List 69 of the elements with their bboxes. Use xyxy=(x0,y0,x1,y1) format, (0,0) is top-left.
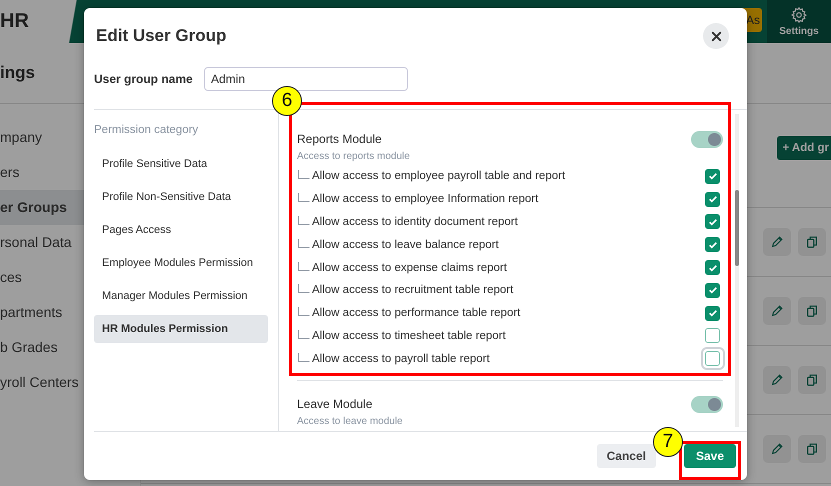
toggle-switch[interactable] xyxy=(691,396,723,413)
permission-label: Allow access to expense claims report xyxy=(312,262,508,274)
copy-icon xyxy=(805,304,819,318)
close-icon xyxy=(710,30,722,42)
checkbox[interactable] xyxy=(705,214,720,230)
copy-icon xyxy=(805,442,819,456)
copy-button[interactable] xyxy=(798,297,826,325)
cancel-button[interactable]: Cancel xyxy=(596,444,656,468)
module-description: Access to reports module xyxy=(297,151,411,162)
tree-branch-icon xyxy=(297,262,311,274)
pencil-icon xyxy=(770,373,784,387)
checkbox[interactable] xyxy=(705,237,720,252)
pencil-icon xyxy=(770,304,784,318)
copy-button[interactable] xyxy=(798,228,826,256)
checkmark-icon xyxy=(708,262,718,273)
add-group-button[interactable]: + Add gr xyxy=(777,136,831,160)
checkbox[interactable] xyxy=(705,328,720,344)
checkbox[interactable] xyxy=(705,260,720,276)
tree-branch-icon xyxy=(297,238,311,251)
tree-branch-icon xyxy=(297,352,311,365)
checkmark-icon xyxy=(708,171,718,182)
checkbox[interactable] xyxy=(705,192,720,207)
logo-text: HR xyxy=(0,9,30,34)
checkbox[interactable] xyxy=(705,168,720,184)
checkmark-icon xyxy=(708,285,718,296)
permission-label: Allow access to identity document report xyxy=(312,216,519,228)
save-button[interactable]: Save xyxy=(684,444,736,468)
checkmark-icon xyxy=(708,240,718,250)
name-input-field[interactable]: Admin xyxy=(204,67,408,91)
module-title: Leave Module xyxy=(297,397,372,412)
settings-icon xyxy=(790,6,808,24)
copy-icon xyxy=(805,235,819,249)
permission-label: Allow access to performance table report xyxy=(312,307,522,320)
checkmark-icon xyxy=(708,194,718,204)
permission-label: Allow access to payroll table report xyxy=(312,352,491,365)
category-item[interactable]: Profile Sensitive Data xyxy=(94,150,268,178)
permission-label: Allow access to timesheet table report xyxy=(312,330,507,342)
category-item[interactable]: HR Modules Permission xyxy=(94,315,268,343)
field-label: User group name xyxy=(94,71,194,87)
category-item[interactable]: Manager Modules Permission xyxy=(94,282,268,310)
checkbox[interactable] xyxy=(705,351,720,366)
edit-button[interactable] xyxy=(763,297,791,325)
pencil-icon xyxy=(770,235,784,249)
edit-button[interactable] xyxy=(763,228,791,256)
checkmark-icon xyxy=(708,308,718,318)
category-heading: Permission category xyxy=(94,123,200,138)
permission-label: Allow access to employee payroll table and report xyxy=(312,170,566,182)
tree-branch-icon xyxy=(297,216,311,228)
checkmark-icon xyxy=(708,216,718,227)
permission-label: Allow access to recruitment table report xyxy=(312,284,514,296)
copy-icon xyxy=(805,373,819,387)
toggle-switch[interactable] xyxy=(691,130,723,148)
permission-label: Allow access to employee Information report xyxy=(312,193,540,206)
copy-button[interactable] xyxy=(798,366,826,394)
edit-button[interactable] xyxy=(763,366,791,394)
permission-label: Allow access to leave balance report xyxy=(312,238,500,251)
tree-branch-icon xyxy=(297,330,311,342)
close-button[interactable] xyxy=(703,23,729,49)
edit-button[interactable] xyxy=(763,435,791,463)
page-title: ings xyxy=(0,63,35,83)
copy-button[interactable] xyxy=(798,435,826,463)
checkbox[interactable] xyxy=(705,306,720,321)
category-item[interactable]: Employee Modules Permission xyxy=(94,249,268,277)
module-title: Reports Module xyxy=(297,132,382,146)
module-description: Access to leave module xyxy=(297,416,404,428)
settings-button[interactable]: Settings xyxy=(767,0,831,43)
checkbox[interactable] xyxy=(705,282,720,298)
dialog-title: Edit User Group xyxy=(96,26,226,46)
pencil-icon xyxy=(770,442,784,456)
